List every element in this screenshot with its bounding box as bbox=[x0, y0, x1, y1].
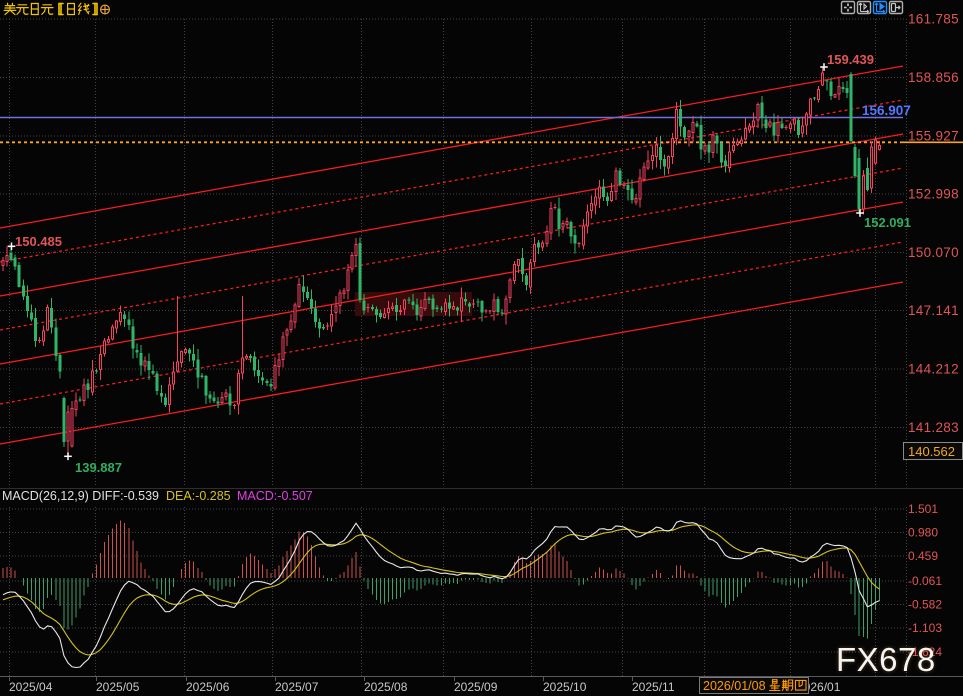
svg-text:2025/07: 2025/07 bbox=[275, 680, 319, 694]
svg-text:-0.582: -0.582 bbox=[908, 598, 942, 612]
svg-text:150.070: 150.070 bbox=[908, 245, 959, 260]
svg-text:0.980: 0.980 bbox=[908, 526, 938, 540]
svg-text:1.501: 1.501 bbox=[908, 502, 938, 516]
svg-text:2025/08: 2025/08 bbox=[364, 680, 408, 694]
svg-text:155.927: 155.927 bbox=[908, 128, 959, 143]
svg-text:2025/05: 2025/05 bbox=[96, 680, 140, 694]
svg-text:-0.061: -0.061 bbox=[908, 574, 942, 588]
svg-text:2025/04: 2025/04 bbox=[9, 680, 53, 694]
svg-text:-1.103: -1.103 bbox=[908, 621, 942, 635]
svg-text:158.856: 158.856 bbox=[908, 70, 959, 85]
svg-text:2025/10: 2025/10 bbox=[543, 680, 587, 694]
svg-text:0.459: 0.459 bbox=[908, 549, 938, 563]
svg-text:2025/06: 2025/06 bbox=[186, 680, 230, 694]
svg-text:2025/09: 2025/09 bbox=[454, 680, 498, 694]
svg-text:MACD(26,12,9) DIFF:-0.539: MACD(26,12,9) DIFF:-0.539 bbox=[2, 489, 159, 503]
svg-text:152.091: 152.091 bbox=[864, 215, 911, 230]
svg-text:150.485: 150.485 bbox=[15, 234, 62, 249]
svg-text:140.562: 140.562 bbox=[908, 444, 955, 459]
svg-text:159.439: 159.439 bbox=[827, 52, 874, 67]
svg-text:156.907: 156.907 bbox=[862, 103, 911, 118]
svg-text:147.141: 147.141 bbox=[908, 303, 959, 318]
svg-text:2026/01/08: 2026/01/08 bbox=[703, 679, 766, 693]
svg-text:152.998: 152.998 bbox=[908, 187, 959, 202]
svg-text:141.283: 141.283 bbox=[908, 420, 959, 435]
svg-text:161.785: 161.785 bbox=[908, 12, 959, 27]
svg-text:DEA:-0.285: DEA:-0.285 bbox=[166, 489, 231, 503]
svg-text:MACD:-0.507: MACD:-0.507 bbox=[237, 489, 313, 503]
svg-text:139.887: 139.887 bbox=[75, 460, 122, 475]
svg-text:2025/11: 2025/11 bbox=[632, 680, 675, 694]
svg-text:144.212: 144.212 bbox=[908, 362, 959, 377]
svg-text:FX678: FX678 bbox=[836, 641, 936, 678]
